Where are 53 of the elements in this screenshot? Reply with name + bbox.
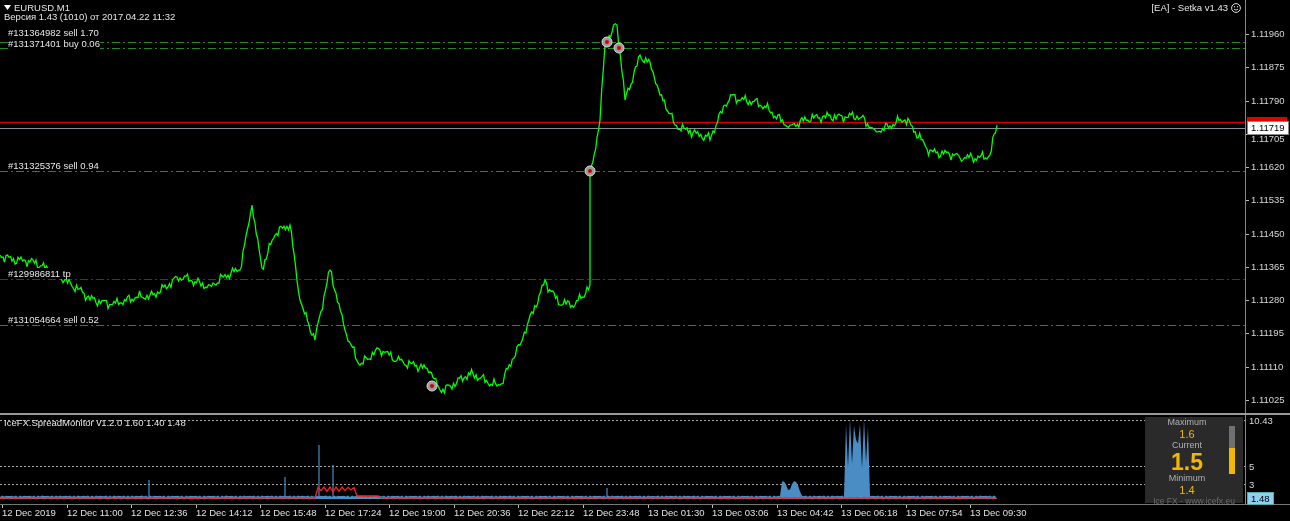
price-tick-label: 1.11450 (1251, 228, 1285, 240)
stat-value: 1.5 (1171, 451, 1203, 473)
stat-value: 1.6 (1179, 428, 1195, 440)
time-tick-label: 12 Dec 12:36 (131, 507, 188, 519)
time-tick-label: 12 Dec 17:24 (325, 507, 382, 519)
indicator-title: IceFX.SpreadMonitor v1.2.0 1.60 1.40 1.48 (4, 417, 186, 429)
price-tick-label: 1.11705 (1251, 133, 1285, 145)
price-tick-label: 1.11960 (1251, 28, 1285, 40)
price-tick-label: 1.11280 (1251, 294, 1285, 306)
order-marker-icon (613, 42, 625, 54)
stat-label: Maximum (1167, 417, 1207, 428)
order-marker-icon (584, 165, 596, 177)
spread-tick-label: 10.43 (1249, 415, 1273, 427)
price-tick-label: 1.11110 (1251, 361, 1284, 373)
expert-name: [EA] - Setka v1.43 (1151, 2, 1228, 13)
panel-footer: Ice FX - www.icefx.eu (1153, 496, 1235, 504)
order-marker-icon (426, 380, 438, 392)
order-label: #131325376 sell 0.94 (8, 160, 99, 171)
time-tick-label: 12 Dec 20:36 (454, 507, 511, 519)
time-tick-label: 13 Dec 01:30 (648, 507, 705, 519)
price-tick-label: 1.11875 (1251, 61, 1285, 73)
time-tick-label: 12 Dec 23:48 (583, 507, 640, 519)
time-tick-label: 12 Dec 11:00 (67, 507, 123, 519)
price-tick-label: 1.11790 (1251, 95, 1285, 107)
stat-label: Current (1172, 440, 1202, 451)
version-text: Версия 1.43 (1010) от 2017.04.22 11:32 (4, 11, 176, 22)
time-tick-label: 12 Dec 22:12 (518, 507, 575, 519)
price-tick-label: 1.11535 (1251, 194, 1285, 206)
price-tick-label: 1.11025 (1251, 394, 1285, 406)
price-tick-label: 1.11365 (1251, 261, 1285, 273)
order-label: #129986811 tp (8, 268, 71, 279)
smiley-icon (1231, 2, 1241, 13)
order-marker-icon (601, 36, 613, 48)
price-tick-label: 1.11620 (1251, 161, 1285, 173)
time-tick-label: 13 Dec 06:18 (841, 507, 898, 519)
stat-label: Minimum (1168, 473, 1206, 484)
time-tick-label: 12 Dec 2019 (2, 507, 56, 519)
spread-tick-label: 5 (1249, 461, 1255, 473)
current-price-tag: 1.11719 (1247, 121, 1289, 135)
time-tick-label: 13 Dec 03:06 (712, 507, 769, 519)
order-label: #131364982 sell 1.70 (8, 27, 99, 38)
time-tick-label: 12 Dec 14:12 (196, 507, 253, 519)
time-tick-label: 13 Dec 07:54 (906, 507, 963, 519)
time-tick-label: 12 Dec 19:00 (389, 507, 446, 519)
current-spread-tag: 1.48 (1247, 492, 1274, 505)
time-tick-label: 12 Dec 15:48 (260, 507, 317, 519)
price-tick-label: 1.11195 (1251, 327, 1284, 339)
order-label: #131371401 buy 0.06 (8, 38, 100, 49)
spread-tick-label: 3 (1249, 479, 1255, 491)
order-label: #131054664 sell 0.52 (8, 314, 99, 325)
stat-value: 1.4 (1179, 484, 1195, 496)
time-tick-label: 13 Dec 04:42 (777, 507, 834, 519)
time-tick-label: 13 Dec 09:30 (970, 507, 1027, 519)
